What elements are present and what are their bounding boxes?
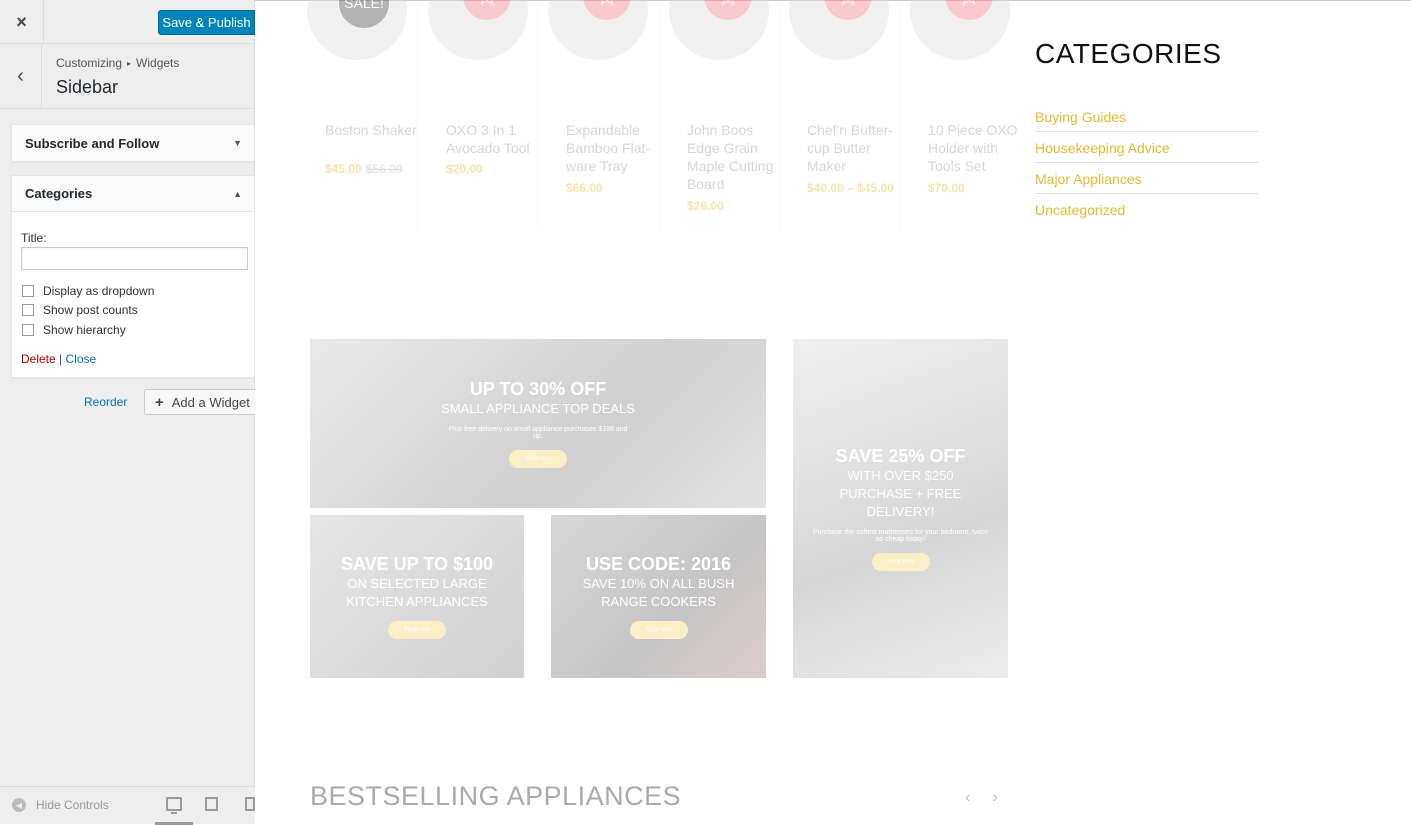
widget-actions: Delete | Close — [21, 352, 96, 366]
promo-subline: SAVE 10% ON ALL BUSH RANGE COOKERS — [582, 576, 735, 609]
promo-banner[interactable]: SAVE UP TO $100 ON SELECTED LARGE KITCHE… — [310, 515, 524, 678]
category-link[interactable]: Major Appliances — [1035, 171, 1258, 194]
promo-subline: SMALL APPLIANCE TOP DEALS — [441, 401, 635, 416]
delete-link[interactable]: Delete — [21, 352, 56, 366]
collapse-arrow-icon: ◀ — [12, 798, 26, 812]
shop-now-button[interactable]: Shop now — [388, 621, 446, 639]
product-name[interactable]: Expandable Bamboo Flat-ware Tray — [566, 121, 658, 175]
tablet-preview-icon[interactable] — [205, 797, 218, 811]
promo-subline: WITH OVER $250 PURCHASE + FREE DELIVERY! — [839, 468, 962, 519]
bestselling-heading: BESTSELLING APPLIANCES — [310, 781, 682, 811]
categories-heading: CATEGORIES — [1035, 38, 1222, 69]
add-widget-label: Add a Widget — [171, 394, 250, 410]
option-display-dropdown[interactable]: Display as dropdown — [22, 284, 154, 298]
product-name[interactable]: Chef'n Butter-cup Butter Maker — [807, 121, 899, 175]
plus-icon: + — [155, 393, 164, 411]
price-current: $45.00 — [325, 162, 362, 176]
breadcrumb: Customizing ▸ Widgets — [56, 56, 179, 70]
category-link[interactable]: Housekeeping Advice — [1035, 140, 1258, 163]
widget-header[interactable]: Subscribe and Follow ▼ — [12, 125, 254, 161]
category-link[interactable]: Buying Guides — [1035, 109, 1258, 132]
checkbox-label: Show hierarchy — [43, 323, 126, 337]
checkbox-label: Display as dropdown — [43, 284, 155, 298]
product-price: $70.00 — [928, 181, 965, 195]
prev-arrow-icon[interactable]: ‹ — [965, 789, 970, 806]
close-icon[interactable]: × — [0, 0, 44, 44]
promo-headline: SAVE UP TO $100 — [340, 554, 494, 574]
breadcrumb-customizing: Customizing — [56, 56, 123, 70]
widget-header[interactable]: Categories ▲ — [12, 176, 254, 212]
title-label: Title: — [21, 231, 47, 245]
product-card[interactable]: ☆ John Boos Edge Grain Maple Cutting Boa… — [659, 0, 779, 230]
next-arrow-icon[interactable]: › — [992, 789, 997, 806]
reorder-link[interactable]: Reorder — [84, 395, 127, 409]
product-price: $45.00 $56.00 — [325, 162, 402, 176]
promo-banner[interactable]: UP TO 30% OFF SMALL APPLIANCE TOP DEALS … — [310, 339, 766, 508]
expand-arrow-icon[interactable]: ▼ — [233, 138, 242, 148]
product-price: $20.00 — [446, 162, 483, 176]
shop-now-button[interactable]: Shop now — [629, 621, 688, 639]
product-price: $66.00 — [566, 181, 603, 195]
promo-note: Plus free delivery on small appliance pu… — [448, 426, 628, 440]
save-publish-button[interactable]: Save & Publish — [158, 10, 255, 35]
breadcrumb-widgets: Widgets — [136, 56, 180, 70]
product-card[interactable]: ☆ 10 Piece OXO Holder with Tools Set $70… — [900, 0, 1020, 230]
checkbox-label: Show post counts — [43, 303, 138, 317]
product-price: $26.00 — [687, 199, 724, 213]
product-card[interactable]: ☆ Chef'n Butter-cup Butter Maker $40.00 … — [779, 0, 899, 230]
product-name[interactable]: 10 Piece OXO Holder with Tools Set — [928, 121, 1020, 175]
promo-banner[interactable]: SAVE 25% OFF WITH OVER $250 PURCHASE + F… — [793, 339, 1008, 678]
close-link[interactable]: Close — [66, 352, 97, 366]
hide-controls-label: Hide Controls — [36, 798, 109, 812]
widget-subscribe-follow[interactable]: Subscribe and Follow ▼ — [11, 124, 255, 162]
customizer-panel: × Save & Publish ‹ Customizing ▸ Widgets S… — [0, 0, 256, 825]
shop-now-button[interactable]: Shop now — [871, 553, 930, 571]
product-name[interactable]: OXO 3 In 1 Avocado Tool — [446, 121, 538, 157]
back-icon[interactable]: ‹ — [0, 44, 42, 108]
section-title: Sidebar — [56, 77, 119, 97]
desktop-preview-icon[interactable] — [166, 797, 182, 814]
product-name[interactable]: John Boos Edge Grain Maple Cutting Board — [687, 121, 779, 193]
action-separator: | — [59, 352, 63, 366]
breadcrumb-separator-icon: ▸ — [127, 59, 132, 68]
shop-now-button[interactable]: Shop now — [509, 450, 567, 468]
option-show-hierarchy[interactable]: Show hierarchy — [22, 323, 126, 337]
collapse-arrow-icon[interactable]: ▲ — [233, 189, 242, 199]
mobile-preview-icon[interactable] — [245, 797, 255, 811]
promo-subline: ON SELECTED LARGE KITCHEN APPLIANCES — [346, 576, 488, 609]
customizer-topbar: × Save & Publish — [0, 0, 255, 44]
product-price: $40.00 – $45.00 — [807, 181, 894, 195]
checkbox[interactable] — [22, 285, 34, 297]
product-card[interactable]: ☆ OXO 3 In 1 Avocado Tool $20.00 — [418, 0, 538, 230]
product-name[interactable]: Boston Shaker — [325, 121, 417, 139]
section-header: ‹ Customizing ▸ Widgets Sidebar — [0, 44, 254, 109]
add-widget-button[interactable]: + Add a Widget — [144, 389, 256, 415]
category-link[interactable]: Uncategorized — [1035, 202, 1258, 224]
price-old: $56.00 — [365, 162, 403, 176]
widget-title: Subscribe and Follow — [25, 135, 160, 151]
promo-headline: UP TO 30% OFF — [469, 379, 607, 399]
promo-note: Purchase the softest mattresses for your… — [812, 529, 989, 543]
promo-banner[interactable]: USE CODE: 2016 SAVE 10% ON ALL BUSH RANG… — [551, 515, 766, 678]
widget-categories: Categories ▲ Title: Display as dropdown … — [11, 175, 255, 378]
promo-headline: SAVE 25% OFF — [835, 446, 966, 466]
option-show-post-counts[interactable]: Show post counts — [22, 303, 138, 317]
product-card[interactable]: SALE! Boston Shaker $45.00 $56.00 — [297, 0, 417, 230]
product-card[interactable]: ☆ Expandable Bamboo Flat-ware Tray $66.0… — [538, 0, 658, 230]
promo-headline: USE CODE: 2016 — [585, 554, 732, 574]
hide-controls-button[interactable]: ◀ Hide Controls — [12, 798, 109, 812]
checkbox[interactable] — [22, 324, 34, 336]
customizer-footer: ◀ Hide Controls — [0, 786, 255, 825]
site-preview: SALE! Boston Shaker $45.00$56.00 ☆ OXO 3… — [255, 0, 1411, 824]
checkbox[interactable] — [22, 304, 34, 316]
widget-title: Categories — [25, 186, 93, 201]
title-input[interactable] — [21, 247, 248, 270]
carousel-nav: ‹ › — [965, 789, 1020, 807]
